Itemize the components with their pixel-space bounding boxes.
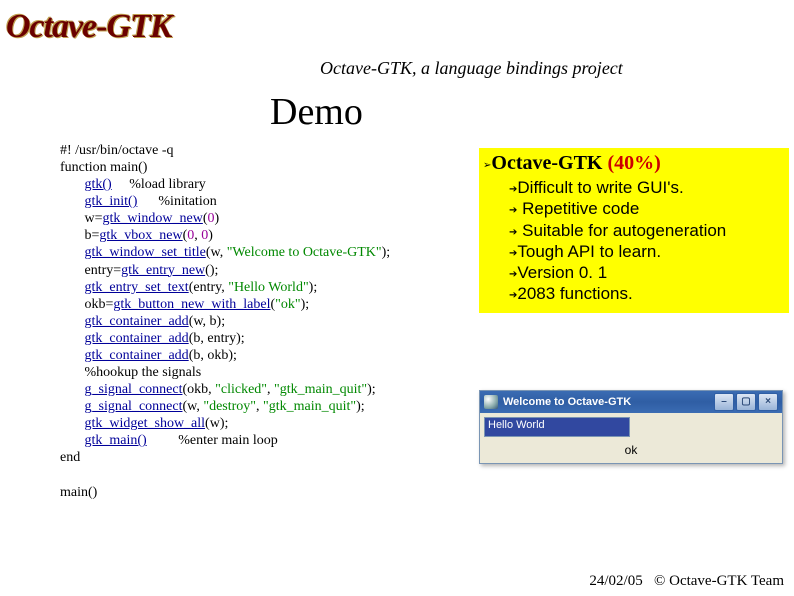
code-text: %enter main loop (147, 433, 278, 448)
highlight-item: ➔Difficult to write GUI's. (509, 177, 785, 198)
highlight-title-main: Octave-GTK (491, 152, 602, 174)
fn-entry-set-text: gtk_entry_set_text (85, 280, 189, 295)
code-text: (b, entry); (189, 331, 245, 346)
gui-titlebar: Welcome to Octave-GTK – ▢ × (480, 391, 782, 413)
str: "Welcome to Octave-GTK" (227, 245, 382, 260)
fn-button-new: gtk_button_new_with_label (113, 297, 270, 312)
highlight-item: ➔Version 0. 1 (509, 262, 785, 283)
gui-ok-button[interactable]: ok (484, 437, 778, 459)
code-text: ) (208, 228, 213, 243)
maximize-button[interactable]: ▢ (736, 393, 756, 411)
gui-body: Hello World ok (480, 413, 782, 463)
code-text: (b, okb); (189, 348, 237, 363)
highlight-title: ➢Octave-GTK (40%) (483, 152, 785, 175)
str: "Hello World" (228, 280, 308, 295)
highlight-list: ➔Difficult to write GUI's. ➔ Repetitive … (509, 177, 785, 305)
gui-window-title: Welcome to Octave-GTK (503, 396, 714, 408)
logo: Octave-GTK (6, 8, 172, 46)
highlight-title-pct: (40%) (602, 152, 660, 174)
fn-signal-connect: g_signal_connect (85, 399, 183, 414)
code-text: %initation (137, 194, 216, 209)
code-text: %load library (112, 177, 206, 192)
code-text: (w, b); (189, 314, 225, 329)
code-text: ) (215, 211, 220, 226)
code-text: (w, (206, 245, 227, 260)
code-text: (w); (205, 416, 228, 431)
gui-window-controls: – ▢ × (714, 393, 778, 411)
highlight-item-text: Version 0. 1 (517, 263, 607, 282)
footer-credit: © Octave-GTK Team (654, 573, 784, 589)
fn-entry-new: gtk_entry_new (121, 263, 205, 278)
code-text: ); (356, 399, 365, 414)
code-text: entry= (85, 263, 122, 278)
code-text: (entry, (189, 280, 229, 295)
code-text: (); (205, 263, 218, 278)
highlight-item-text: 2083 functions. (517, 284, 632, 303)
code-text: , (267, 382, 274, 397)
highlight-item: ➔2083 functions. (509, 283, 785, 304)
code-text: ); (301, 297, 310, 312)
app-icon (484, 395, 498, 409)
code-text: (okb, (182, 382, 215, 397)
close-button[interactable]: × (758, 393, 778, 411)
code-text: b= (85, 228, 100, 243)
code-line: #! /usr/bin/octave -q (60, 143, 174, 158)
heading-demo: Demo (270, 90, 363, 134)
highlight-item-text: Difficult to write GUI's. (517, 178, 683, 197)
highlight-item-text: Tough API to learn. (517, 242, 661, 261)
code-text: , (256, 399, 263, 414)
code-line: main() (60, 485, 97, 500)
gui-window: Welcome to Octave-GTK – ▢ × Hello World … (479, 390, 783, 464)
code-text: (w, (182, 399, 203, 414)
highlight-item-text: Suitable for autogeneration (517, 221, 726, 240)
fn-container-add: gtk_container_add (85, 331, 189, 346)
fn-set-title: gtk_window_set_title (85, 245, 206, 260)
highlight-item: ➔ Suitable for autogeneration (509, 220, 785, 241)
highlight-item: ➔ Repetitive code (509, 198, 785, 219)
code-text: ); (367, 382, 376, 397)
code-line: end (60, 450, 80, 465)
gui-entry-field[interactable]: Hello World (484, 417, 630, 437)
code-text: w= (85, 211, 103, 226)
fn-show-all: gtk_widget_show_all (85, 416, 206, 431)
fn-container-add: gtk_container_add (85, 314, 189, 329)
str: "gtk_main_quit" (274, 382, 367, 397)
highlight-item-text: Repetitive code (517, 199, 639, 218)
fn-container-add: gtk_container_add (85, 348, 189, 363)
footer-date: 24/02/05 (589, 573, 642, 589)
fn-vbox-new: gtk_vbox_new (99, 228, 182, 243)
fn-signal-connect: g_signal_connect (85, 382, 183, 397)
code-text: ); (382, 245, 391, 260)
code-text: %hookup the signals (85, 365, 202, 380)
code-text: ); (309, 280, 318, 295)
code-line: function main() (60, 160, 147, 175)
str: "clicked" (215, 382, 267, 397)
footer: 24/02/05 © Octave-GTK Team (589, 573, 784, 590)
subtitle: Octave-GTK, a language bindings project (320, 58, 623, 79)
fn-gtk: gtk() (85, 177, 112, 192)
str: "gtk_main_quit" (263, 399, 356, 414)
fn-gtk-init: gtk_init() (85, 194, 138, 209)
code-text: okb= (85, 297, 114, 312)
code-listing: #! /usr/bin/octave -q function main() gt… (60, 142, 460, 501)
num: 0 (208, 211, 215, 226)
minimize-button[interactable]: – (714, 393, 734, 411)
highlight-item: ➔Tough API to learn. (509, 241, 785, 262)
str: "destroy" (203, 399, 256, 414)
highlight-box: ➢Octave-GTK (40%) ➔Difficult to write GU… (479, 148, 789, 313)
fn-main: gtk_main() (85, 433, 147, 448)
fn-window-new: gtk_window_new (103, 211, 203, 226)
str: "ok" (275, 297, 300, 312)
